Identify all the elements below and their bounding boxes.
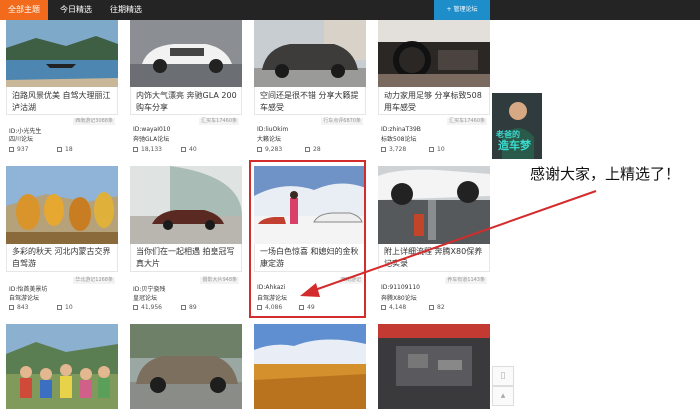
side-bookmark-button[interactable]: ▯: [492, 366, 514, 386]
back-to-top-button[interactable]: ▴: [492, 386, 514, 406]
annotation-arrow: [300, 190, 597, 297]
arrow-head-icon: [300, 283, 320, 297]
